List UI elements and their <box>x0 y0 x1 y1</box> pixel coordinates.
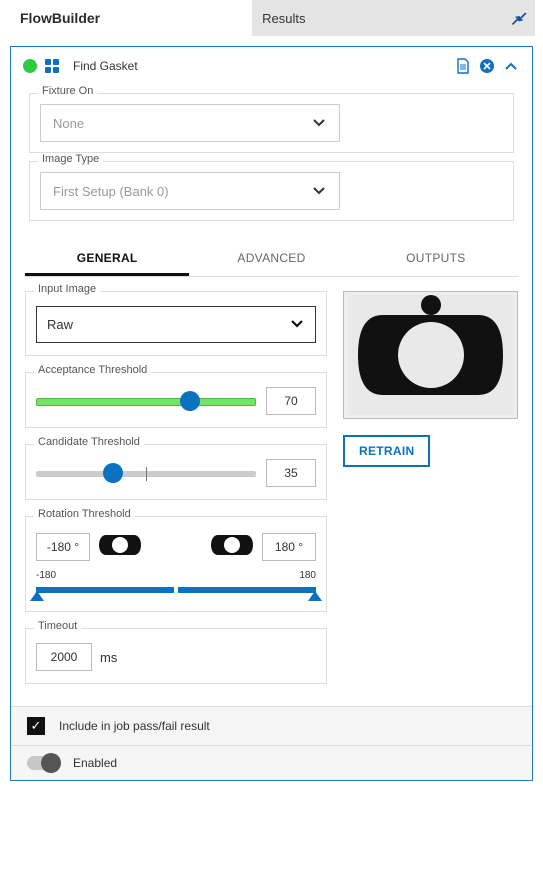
rotation-scale-max: 180 <box>299 570 316 581</box>
enabled-row: Enabled <box>11 745 532 780</box>
enabled-toggle[interactable] <box>27 756 59 770</box>
rotation-range-slider[interactable] <box>36 585 316 599</box>
image-type-label: Image Type <box>38 153 103 165</box>
timeout-group: Timeout 2000 ms <box>25 628 327 684</box>
image-type-select[interactable]: First Setup (Bank 0) <box>40 172 340 210</box>
results-tab[interactable]: Results ↙ ↗ <box>252 0 535 36</box>
candidate-value[interactable]: 35 <box>266 459 316 487</box>
acceptance-group: Acceptance Threshold 70 <box>25 372 327 428</box>
rotation-group: Rotation Threshold -180 ° 180 ° -180 180 <box>25 516 327 612</box>
include-row: ✓ Include in job pass/fail result <box>11 706 532 745</box>
timeout-label: Timeout <box>34 620 81 632</box>
app-title: FlowBuilder <box>8 10 100 26</box>
image-type-value: First Setup (Bank 0) <box>53 184 169 199</box>
enabled-label: Enabled <box>73 756 117 770</box>
acceptance-slider[interactable] <box>36 396 256 406</box>
expand-collapse-icon[interactable]: ↙ ↗ <box>513 10 525 26</box>
gasket-max-icon <box>210 531 254 562</box>
chevron-up-icon[interactable] <box>502 57 520 75</box>
tab-advanced[interactable]: ADVANCED <box>189 241 353 276</box>
tool-panel: Find Gasket Fixture On None Image Type F… <box>10 46 533 781</box>
fixture-value: None <box>53 116 84 131</box>
retrain-button[interactable]: RETRAIN <box>343 435 430 467</box>
fixture-select[interactable]: None <box>40 104 340 142</box>
include-label: Include in job pass/fail result <box>59 719 210 733</box>
chevron-down-icon <box>289 315 305 334</box>
acceptance-value[interactable]: 70 <box>266 387 316 415</box>
close-icon[interactable] <box>478 57 496 75</box>
chevron-down-icon <box>311 182 327 201</box>
timeout-input[interactable]: 2000 <box>36 643 92 671</box>
include-checkbox[interactable]: ✓ <box>27 717 45 735</box>
tab-bar: GENERAL ADVANCED OUTPUTS <box>25 241 518 277</box>
input-image-group: Input Image Raw <box>25 291 327 356</box>
results-label: Results <box>262 11 305 26</box>
input-image-select[interactable]: Raw <box>36 306 316 343</box>
candidate-slider[interactable] <box>36 468 256 478</box>
app-grid-icon <box>45 59 59 73</box>
rotation-scale-min: -180 <box>36 570 56 581</box>
gasket-preview <box>343 291 518 419</box>
panel-title: Find Gasket <box>73 59 138 73</box>
tab-outputs[interactable]: OUTPUTS <box>354 241 518 276</box>
timeout-unit: ms <box>100 650 117 665</box>
rotation-label: Rotation Threshold <box>34 508 135 520</box>
rotation-min-input[interactable]: -180 ° <box>36 533 90 561</box>
input-image-value: Raw <box>47 317 73 332</box>
tab-general[interactable]: GENERAL <box>25 241 189 276</box>
report-icon[interactable] <box>454 57 472 75</box>
candidate-label: Candidate Threshold <box>34 436 144 448</box>
image-type-field: Image Type First Setup (Bank 0) <box>29 161 514 221</box>
acceptance-label: Acceptance Threshold <box>34 364 151 376</box>
candidate-group: Candidate Threshold 35 <box>25 444 327 500</box>
gasket-min-icon <box>98 531 142 562</box>
fixture-label: Fixture On <box>38 85 97 97</box>
status-dot-icon <box>23 59 37 73</box>
fixture-field: Fixture On None <box>29 93 514 153</box>
chevron-down-icon <box>311 114 327 133</box>
input-image-label: Input Image <box>34 283 100 295</box>
rotation-max-input[interactable]: 180 ° <box>262 533 316 561</box>
